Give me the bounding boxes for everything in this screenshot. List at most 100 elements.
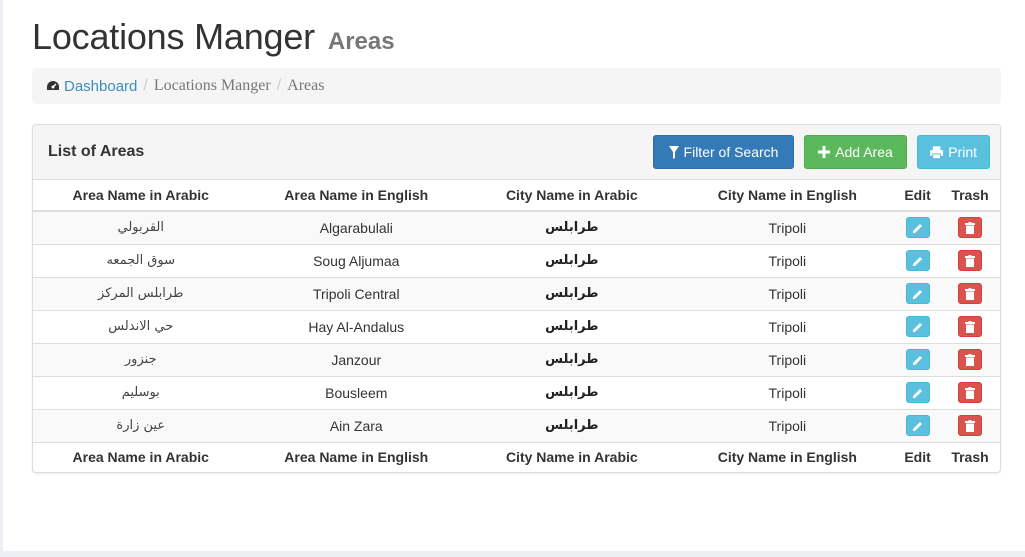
cell-area-ar: القربولي — [33, 210, 249, 244]
trash-button[interactable] — [958, 415, 982, 436]
breadcrumb-dashboard-label[interactable]: Dashboard — [64, 78, 137, 95]
cell-city-en: Tripoli — [679, 309, 896, 343]
print-icon — [930, 145, 944, 159]
trash-button[interactable] — [958, 316, 982, 337]
col-footer-edit: Edit — [895, 441, 941, 472]
edit-button[interactable] — [905, 283, 930, 304]
col-header-city-en: City Name in English — [679, 180, 896, 212]
cell-edit — [895, 342, 941, 376]
cell-trash — [940, 309, 1000, 343]
areas-panel: List of Areas Filter of Search Add Area — [32, 124, 1001, 473]
trash-button[interactable] — [958, 250, 982, 271]
cell-area-ar: عين زارة — [33, 408, 249, 442]
add-area-button[interactable]: Add Area — [804, 135, 907, 169]
print-button[interactable]: Print — [917, 135, 990, 169]
trash-icon — [965, 320, 975, 333]
breadcrumb: Dashboard / Locations Manger / Areas — [32, 68, 1001, 104]
cell-city-ar: طرابلس — [464, 210, 680, 244]
cell-city-en: Tripoli — [679, 276, 896, 310]
breadcrumb-dashboard-link[interactable]: Dashboard — [46, 78, 137, 95]
cell-city-ar: طرابلس — [464, 243, 680, 277]
pencil-icon — [912, 421, 922, 431]
table-row: بوسليم Bousleem طرابلس Tripoli — [33, 375, 1000, 409]
table-row: سوق الجمعه Soug Aljumaa طرابلس Tripoli — [33, 243, 1000, 277]
panel-heading: List of Areas Filter of Search Add Area — [33, 125, 1000, 180]
col-header-trash: Trash — [940, 180, 1000, 212]
pencil-icon — [912, 289, 922, 299]
trash-button[interactable] — [958, 382, 982, 403]
col-footer-trash: Trash — [940, 441, 1000, 472]
cell-area-ar: طرابلس المركز — [33, 276, 249, 310]
cell-area-en: Janzour — [248, 342, 465, 376]
filter-search-button[interactable]: Filter of Search — [653, 135, 794, 169]
table-row: طرابلس المركز Tripoli Central طرابلس Tri… — [33, 276, 1000, 310]
cell-city-ar: طرابلس — [464, 408, 680, 442]
trash-button[interactable] — [958, 283, 982, 304]
breadcrumb-separator: / — [143, 77, 148, 94]
cell-area-en: Bousleem — [248, 375, 465, 409]
cell-trash — [940, 243, 1000, 277]
col-header-area-en: Area Name in English — [248, 180, 465, 212]
cell-city-en: Tripoli — [679, 210, 896, 244]
cell-edit — [895, 210, 941, 244]
cell-city-ar: طرابلس — [464, 375, 680, 409]
cell-trash — [940, 210, 1000, 244]
col-header-edit: Edit — [895, 180, 941, 212]
trash-icon — [965, 221, 975, 234]
trash-icon — [965, 419, 975, 432]
panel-title: List of Areas — [48, 143, 145, 160]
table-row: جنزور Janzour طرابلس Tripoli — [33, 342, 1000, 376]
filter-search-label: Filter of Search — [683, 144, 779, 160]
edit-button[interactable] — [905, 316, 930, 337]
col-header-city-ar: City Name in Arabic — [464, 180, 680, 212]
cell-edit — [895, 243, 941, 277]
trash-icon — [965, 386, 975, 399]
edit-button[interactable] — [905, 217, 930, 239]
breadcrumb-separator: / — [276, 77, 282, 94]
cell-trash — [940, 408, 1000, 442]
col-header-area-ar: Area Name in Arabic — [33, 180, 249, 212]
table-header-row: Area Name in Arabic Area Name in English… — [33, 180, 1000, 212]
col-footer-city-en: City Name in English — [679, 441, 896, 472]
cell-edit — [895, 276, 941, 310]
print-label: Print — [948, 144, 977, 160]
cell-edit — [895, 375, 941, 409]
plus-icon — [818, 146, 831, 158]
edit-button[interactable] — [905, 415, 930, 436]
cell-city-ar: طرابلس — [464, 342, 680, 376]
cell-city-en: Tripoli — [679, 243, 896, 277]
table-row: عين زارة Ain Zara طرابلس Tripoli — [33, 408, 1000, 442]
col-footer-area-en: Area Name in English — [248, 441, 465, 472]
page-title: Locations Manger — [32, 16, 315, 57]
trash-icon — [965, 353, 975, 366]
table-row: حي الاندلس Hay Al-Andalus طرابلس Tripoli — [33, 309, 1000, 343]
pencil-icon — [912, 355, 922, 365]
edit-button[interactable] — [905, 382, 930, 403]
cell-area-ar: جنزور — [33, 342, 249, 376]
cell-area-en: Soug Aljumaa — [248, 243, 465, 277]
table-row: القربولي Algarabulali طرابلس Tripoli — [33, 210, 1000, 244]
cell-edit — [895, 408, 941, 442]
cell-area-ar: بوسليم — [33, 375, 249, 409]
areas-table: Area Name in Arabic Area Name in English… — [33, 180, 1000, 472]
trash-button[interactable] — [958, 349, 982, 370]
edit-button[interactable] — [905, 349, 930, 370]
cell-edit — [895, 309, 941, 343]
page-edge-bottom — [0, 551, 1025, 557]
page-subtitle: Areas — [327, 28, 395, 55]
trash-button[interactable] — [958, 217, 982, 239]
cell-area-en: Ain Zara — [248, 408, 465, 442]
cell-city-en: Tripoli — [679, 342, 896, 376]
page-header: Locations Manger Areas — [32, 0, 1001, 68]
main-content: Locations Manger Areas Dashboard / Locat… — [32, 0, 1001, 473]
breadcrumb-areas: Areas — [287, 77, 325, 94]
pencil-icon — [912, 322, 922, 332]
cell-trash — [940, 276, 1000, 310]
cell-city-en: Tripoli — [679, 408, 896, 442]
table-footer-row: Area Name in Arabic Area Name in English… — [33, 441, 1000, 472]
page-edge-left — [0, 0, 3, 557]
breadcrumb-locations: Locations Manger — [153, 77, 271, 94]
cell-area-ar: حي الاندلس — [33, 309, 249, 343]
edit-button[interactable] — [905, 250, 930, 271]
cell-area-en: Tripoli Central — [248, 276, 465, 310]
